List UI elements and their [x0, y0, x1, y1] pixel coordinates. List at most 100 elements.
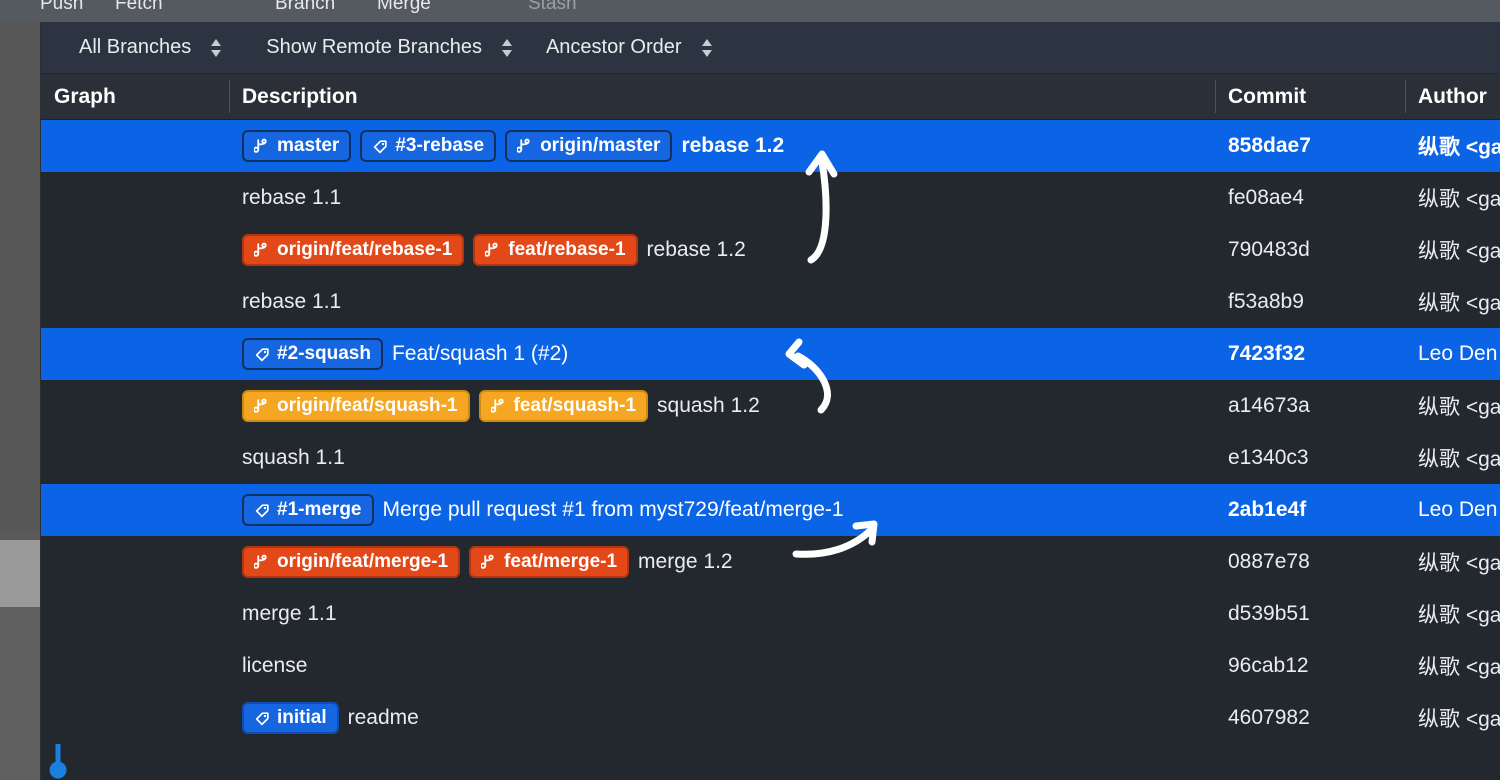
toolbar-button-merge[interactable]: Merge — [377, 0, 431, 15]
row-graph-cell — [41, 172, 229, 224]
commit-message: rebase 1.1 — [242, 186, 341, 210]
commit-list[interactable]: master #3-rebase origin/master rebase 1.… — [41, 120, 1500, 780]
left-scrollbar-rail[interactable] — [0, 22, 41, 780]
chevron-updown-icon[interactable] — [696, 37, 718, 59]
row-graph-cell — [41, 380, 229, 432]
table-row[interactable]: #2-squash Feat/squash 1 (#2) 7423f32 Leo… — [41, 328, 1500, 380]
ref-badge-label: #2-squash — [277, 343, 371, 365]
ref-badge-branch[interactable]: feat/rebase-1 — [473, 234, 637, 266]
commit-hash: fe08ae4 — [1215, 172, 1405, 224]
scrollbar-track-lower[interactable] — [0, 607, 41, 780]
commit-table-header: Graph Description Commit Author — [41, 74, 1500, 120]
main-toolbar: Push Fetch Branch Merge Stash — [0, 0, 1500, 22]
column-header-description[interactable]: Description — [229, 74, 1215, 119]
commit-message: Merge pull request #1 from myst729/feat/… — [383, 498, 844, 522]
commit-message: merge 1.1 — [242, 602, 337, 626]
ref-badge-label: origin/feat/squash-1 — [277, 395, 458, 417]
row-graph-cell — [41, 432, 229, 484]
branch-icon — [254, 138, 271, 155]
ref-badge-label: initial — [277, 707, 327, 729]
row-description-cell: squash 1.1 — [229, 432, 1215, 484]
commit-author: Leo Den — [1405, 328, 1500, 380]
remote-branches-select[interactable]: Show Remote Branches — [266, 22, 518, 73]
branch-filter-bar: All Branches Show Remote Branches Ancest… — [41, 22, 1500, 74]
ref-badge-branch[interactable]: feat/squash-1 — [479, 390, 648, 422]
ref-badge-label: origin/feat/rebase-1 — [277, 239, 452, 261]
row-description-cell: origin/feat/merge-1 feat/merge-1 merge 1… — [229, 536, 1215, 588]
commit-author: 纵歌 <ga — [1405, 536, 1500, 588]
commit-hash: 96cab12 — [1215, 640, 1405, 692]
ref-badge-branch[interactable]: origin/feat/squash-1 — [242, 390, 470, 422]
branch-icon — [485, 242, 502, 259]
branch-icon — [254, 554, 271, 571]
ref-badge-tag[interactable]: initial — [242, 702, 339, 734]
table-row[interactable]: initial readme 4607982 纵歌 <ga — [41, 692, 1500, 744]
scrollbar-track-upper[interactable] — [0, 22, 41, 530]
ref-badge-branch[interactable]: feat/merge-1 — [469, 546, 629, 578]
table-row[interactable]: squash 1.1 e1340c3 纵歌 <ga — [41, 432, 1500, 484]
order-mode-select[interactable]: Ancestor Order — [546, 22, 718, 73]
commit-author: 纵歌 <ga — [1405, 432, 1500, 484]
commit-hash: 2ab1e4f — [1215, 484, 1405, 536]
commit-author: 纵歌 <ga — [1405, 276, 1500, 328]
branch-scope-select[interactable]: All Branches — [79, 22, 227, 73]
tag-icon — [254, 346, 271, 363]
toolbar-button-stash[interactable]: Stash — [528, 0, 577, 15]
tag-icon — [372, 138, 389, 155]
tag-icon — [254, 710, 271, 727]
row-description-cell: merge 1.1 — [229, 588, 1215, 640]
table-row[interactable]: origin/feat/rebase-1 feat/rebase-1 rebas… — [41, 224, 1500, 276]
column-header-graph[interactable]: Graph — [41, 74, 229, 119]
ref-badge-tag[interactable]: #3-rebase — [360, 130, 496, 162]
ref-badge-tag[interactable]: #2-squash — [242, 338, 383, 370]
table-row[interactable]: #1-merge Merge pull request #1 from myst… — [41, 484, 1500, 536]
commit-hash: 4607982 — [1215, 692, 1405, 744]
column-header-commit[interactable]: Commit — [1215, 74, 1405, 119]
table-row[interactable]: license 96cab12 纵歌 <ga — [41, 640, 1500, 692]
table-row[interactable]: rebase 1.1 f53a8b9 纵歌 <ga — [41, 276, 1500, 328]
table-row[interactable]: origin/feat/merge-1 feat/merge-1 merge 1… — [41, 536, 1500, 588]
toolbar-button-fetch[interactable]: Fetch — [115, 0, 163, 15]
ref-badge-branch[interactable]: origin/feat/merge-1 — [242, 546, 460, 578]
branch-scope-label: All Branches — [79, 36, 191, 59]
ref-badge-branch[interactable]: master — [242, 130, 351, 162]
tag-icon — [254, 502, 271, 519]
ref-badge-branch[interactable]: origin/master — [505, 130, 672, 162]
chevron-updown-icon[interactable] — [205, 37, 227, 59]
commit-message: rebase 1.2 — [681, 134, 784, 158]
ref-badge-tag[interactable]: #1-merge — [242, 494, 374, 526]
commit-author: 纵歌 <ga — [1405, 640, 1500, 692]
commit-message: squash 1.1 — [242, 446, 345, 470]
table-row[interactable]: merge 1.1 d539b51 纵歌 <ga — [41, 588, 1500, 640]
row-graph-cell — [41, 640, 229, 692]
ref-badge-label: #3-rebase — [395, 135, 484, 157]
commit-author: 纵歌 <ga — [1405, 172, 1500, 224]
row-description-cell: license — [229, 640, 1215, 692]
ref-badge-branch[interactable]: origin/feat/rebase-1 — [242, 234, 464, 266]
ref-badge-label: origin/master — [540, 135, 660, 157]
row-graph-cell — [41, 120, 229, 172]
branch-icon — [517, 138, 534, 155]
row-description-cell: #2-squash Feat/squash 1 (#2) — [229, 328, 1215, 380]
toolbar-button-push[interactable]: Push — [40, 0, 83, 15]
scrollbar-thumb[interactable] — [0, 540, 41, 607]
table-row[interactable]: master #3-rebase origin/master rebase 1.… — [41, 120, 1500, 172]
ref-badge-label: #1-merge — [277, 499, 362, 521]
commit-author: 纵歌 <ga — [1405, 588, 1500, 640]
row-description-cell: origin/feat/rebase-1 feat/rebase-1 rebas… — [229, 224, 1215, 276]
commit-hash: 7423f32 — [1215, 328, 1405, 380]
table-row[interactable]: rebase 1.1 fe08ae4 纵歌 <ga — [41, 172, 1500, 224]
remote-branches-label: Show Remote Branches — [266, 36, 482, 59]
commit-author: Leo Den — [1405, 484, 1500, 536]
ref-badge-label: feat/merge-1 — [504, 551, 617, 573]
row-graph-cell — [41, 276, 229, 328]
row-graph-cell — [41, 692, 229, 744]
commit-author: 纵歌 <ga — [1405, 692, 1500, 744]
table-row[interactable]: origin/feat/squash-1 feat/squash-1 squas… — [41, 380, 1500, 432]
toolbar-button-branch[interactable]: Branch — [275, 0, 335, 15]
commit-message: Feat/squash 1 (#2) — [392, 342, 568, 366]
commit-hash: e1340c3 — [1215, 432, 1405, 484]
chevron-updown-icon[interactable] — [496, 37, 518, 59]
commit-author: 纵歌 <ga — [1405, 120, 1500, 172]
column-header-author[interactable]: Author — [1405, 74, 1500, 119]
